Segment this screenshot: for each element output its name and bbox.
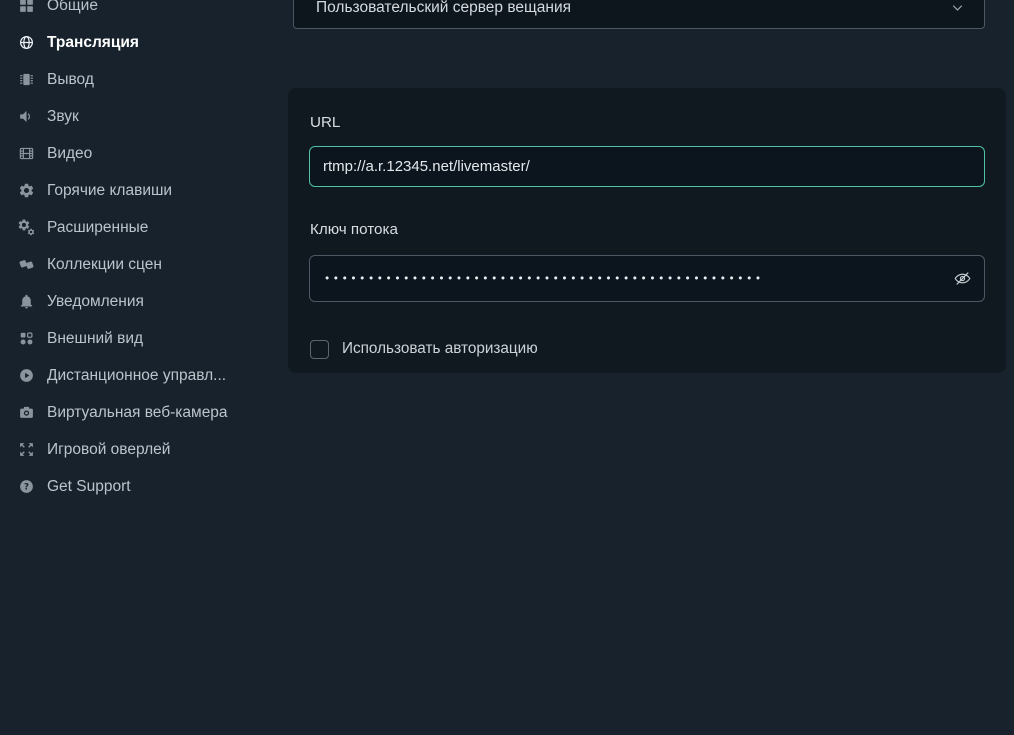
sidebar-item-hotkeys[interactable]: Горячие клавиши bbox=[0, 172, 288, 209]
sidebar-item-output[interactable]: Вывод bbox=[0, 61, 288, 98]
toggle-key-visibility-button[interactable] bbox=[949, 266, 975, 292]
expand-icon bbox=[17, 441, 35, 459]
sidebar-item-scene-collections[interactable]: Коллекции сцен bbox=[0, 246, 288, 283]
sidebar-item-general[interactable]: Общие bbox=[0, 0, 288, 24]
sidebar-item-label: Расширенные bbox=[47, 219, 148, 237]
sidebar-item-label: Виртуальная веб-камера bbox=[47, 404, 228, 422]
sidebar-item-appearance[interactable]: Внешний вид bbox=[0, 320, 288, 357]
stream-service-select[interactable]: Пользовательский сервер вещания bbox=[293, 0, 985, 29]
stream-service-selected-value: Пользовательский сервер вещания bbox=[316, 0, 949, 17]
sidebar-item-virtual-webcam[interactable]: Виртуальная веб-камера bbox=[0, 394, 288, 431]
film-icon bbox=[17, 145, 35, 163]
sidebar-item-video[interactable]: Видео bbox=[0, 135, 288, 172]
sidebar-item-remote-control[interactable]: Дистанционное управл... bbox=[0, 357, 288, 394]
sidebar-item-game-overlay[interactable]: Игровой оверлей bbox=[0, 431, 288, 468]
chip-icon bbox=[17, 71, 35, 89]
sidebar-item-label: Общие bbox=[47, 0, 98, 15]
url-label: URL bbox=[310, 114, 340, 131]
scene-collections-icon bbox=[17, 256, 35, 274]
sidebar-item-stream[interactable]: Трансляция bbox=[0, 24, 288, 61]
sidebar-item-label: Звук bbox=[47, 108, 79, 126]
settings-window: Общие Трансляция Вывод Звук Видео Горячие кла… bbox=[0, 0, 1014, 735]
eye-slash-icon bbox=[953, 269, 972, 288]
sidebar-item-label: Горячие клавиши bbox=[47, 182, 172, 200]
help-circle-icon: ? bbox=[17, 478, 35, 496]
stream-key-input[interactable] bbox=[309, 255, 985, 302]
sidebar-item-label: Трансляция bbox=[47, 34, 139, 52]
sidebar-item-get-support[interactable]: ? Get Support bbox=[0, 468, 288, 505]
gear-icon bbox=[17, 182, 35, 200]
svg-text:?: ? bbox=[24, 482, 29, 492]
use-auth-label: Использовать авторизацию bbox=[342, 340, 538, 358]
sidebar-item-label: Игровой оверлей bbox=[47, 441, 170, 459]
stream-key-field bbox=[309, 255, 985, 302]
grid-icon bbox=[17, 0, 35, 15]
sidebar-item-label: Get Support bbox=[47, 478, 131, 496]
stream-settings-card: URL Ключ потока Использовать авторизацию bbox=[288, 88, 1006, 373]
sidebar-item-advanced[interactable]: Расширенные bbox=[0, 209, 288, 246]
sidebar-item-label: Вывод bbox=[47, 71, 94, 89]
speaker-icon bbox=[17, 108, 35, 126]
use-auth-checkbox[interactable] bbox=[310, 340, 329, 359]
sidebar-item-label: Коллекции сцен bbox=[47, 256, 162, 274]
stream-key-label: Ключ потока bbox=[310, 221, 398, 238]
sidebar-item-label: Видео bbox=[47, 145, 92, 163]
chevron-down-icon bbox=[949, 0, 966, 16]
settings-sidebar: Общие Трансляция Вывод Звук Видео Горячие кла… bbox=[0, 0, 288, 505]
camera-icon bbox=[17, 404, 35, 422]
gears-icon bbox=[17, 219, 35, 237]
bell-icon bbox=[17, 293, 35, 311]
sidebar-item-label: Уведомления bbox=[47, 293, 144, 311]
globe-icon bbox=[17, 34, 35, 52]
stream-url-input[interactable] bbox=[309, 146, 985, 187]
play-circle-icon bbox=[17, 367, 35, 385]
sidebar-item-label: Дистанционное управл... bbox=[47, 367, 226, 385]
sidebar-item-audio[interactable]: Звук bbox=[0, 98, 288, 135]
sidebar-item-label: Внешний вид bbox=[47, 330, 143, 348]
sidebar-item-notifications[interactable]: Уведомления bbox=[0, 283, 288, 320]
appearance-icon bbox=[17, 330, 35, 348]
use-auth-row[interactable]: Использовать авторизацию bbox=[310, 339, 538, 359]
